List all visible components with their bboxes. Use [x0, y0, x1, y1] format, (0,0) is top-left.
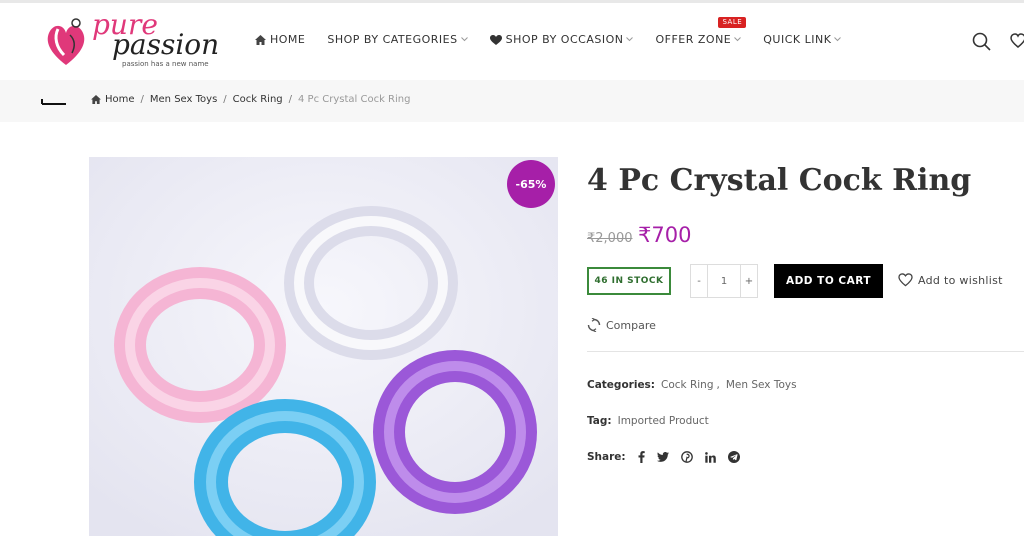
heart-icon [489, 34, 502, 45]
discount-badge: -65% [507, 160, 555, 208]
breadcrumb-bar: Home / Men Sex Toys / Cock Ring / 4 Pc C… [0, 80, 1024, 122]
chevron-down-icon [734, 37, 742, 42]
breadcrumb-home[interactable]: Home [105, 94, 135, 105]
linkedin-icon[interactable] [704, 451, 716, 463]
wishlist-heart-icon[interactable] [1010, 33, 1024, 49]
breadcrumb: Home / Men Sex Toys / Cock Ring / 4 Pc C… [91, 94, 410, 105]
product-categories: Categories: Cock Ring , Men Sex Toys [587, 379, 797, 391]
logo-mark-icon [47, 18, 85, 65]
facebook-icon[interactable] [638, 451, 645, 463]
breadcrumb-separator: / [140, 94, 144, 105]
quantity-increase-button[interactable]: + [740, 265, 757, 297]
product-share: Share: [587, 451, 740, 463]
pinterest-icon[interactable] [680, 451, 693, 463]
home-icon [91, 95, 101, 104]
compare-link[interactable]: Compare [587, 318, 656, 332]
quantity-decrease-button[interactable]: - [691, 265, 708, 297]
sale-badge: SALE [718, 17, 747, 28]
compare-label: Compare [606, 318, 656, 332]
product-title: 4 Pc Crystal Cock Ring [587, 163, 972, 198]
breadcrumb-separator: / [223, 94, 227, 105]
summary-divider [587, 351, 1024, 352]
breadcrumb-separator: / [288, 94, 293, 105]
stock-status: 46 IN STOCK [587, 267, 671, 295]
product-photo [89, 157, 558, 536]
category-separator: , [716, 379, 720, 391]
heart-outline-icon [898, 273, 913, 287]
category-link-men-sex-toys[interactable]: Men Sex Toys [726, 379, 797, 391]
product-tags: Tag: Imported Product [587, 415, 709, 427]
chevron-down-icon [626, 37, 634, 42]
product-image[interactable] [89, 157, 558, 536]
price-sale: ₹700 [638, 223, 692, 247]
nav-offer-zone-label: OFFER ZONE [655, 33, 732, 46]
quantity-stepper: - 1 + [690, 264, 758, 298]
nav-shop-by-occasion[interactable]: SHOP BY OCCASION [489, 33, 634, 46]
add-to-cart-button[interactable]: ADD TO CART [774, 264, 883, 298]
chevron-down-icon [460, 37, 468, 42]
nav-offer-zone[interactable]: SALE OFFER ZONE [655, 17, 747, 46]
breadcrumb-men-sex-toys[interactable]: Men Sex Toys [150, 94, 217, 105]
nav-home-label: HOME [270, 33, 306, 46]
nav-quick-link-label: QUICK LINK [763, 33, 832, 46]
brand-logo[interactable]: pure passion passion has a new name [40, 11, 220, 71]
tag-link[interactable]: Imported Product [618, 415, 709, 427]
search-icon[interactable] [972, 32, 991, 51]
nav-categories-label: SHOP BY CATEGORIES [327, 33, 458, 46]
add-to-wishlist-link[interactable]: Add to wishlist [898, 273, 1003, 287]
back-arrow-icon[interactable] [40, 94, 67, 108]
breadcrumb-cock-ring[interactable]: Cock Ring [233, 94, 283, 105]
categories-label: Categories: [587, 379, 656, 391]
nav-shop-by-categories[interactable]: SHOP BY CATEGORIES [327, 33, 468, 46]
home-icon [255, 34, 266, 45]
nav-quick-link[interactable]: QUICK LINK [763, 33, 842, 46]
share-label: Share: [587, 451, 626, 463]
category-link-cock-ring[interactable]: Cock Ring [661, 379, 713, 391]
logo-tagline: passion has a new name [122, 60, 209, 68]
site-header: pure passion passion has a new name HOME… [0, 3, 1024, 80]
quantity-input[interactable]: 1 [708, 265, 740, 297]
nav-occasion-label: SHOP BY OCCASION [505, 33, 624, 46]
main-nav: HOME SHOP BY CATEGORIES SHOP BY OCCASION… [255, 17, 863, 46]
chevron-down-icon [834, 37, 842, 42]
breadcrumb-current: 4 Pc Crystal Cock Ring [298, 94, 411, 105]
compare-icon [587, 318, 601, 332]
wishlist-label: Add to wishlist [918, 273, 1003, 287]
tag-label: Tag: [587, 415, 612, 427]
twitter-icon[interactable] [656, 452, 669, 462]
logo-word-passion: passion [112, 28, 220, 61]
price-original: ₹2,000 [587, 231, 633, 246]
telegram-icon[interactable] [727, 451, 740, 463]
nav-home[interactable]: HOME [255, 33, 305, 46]
